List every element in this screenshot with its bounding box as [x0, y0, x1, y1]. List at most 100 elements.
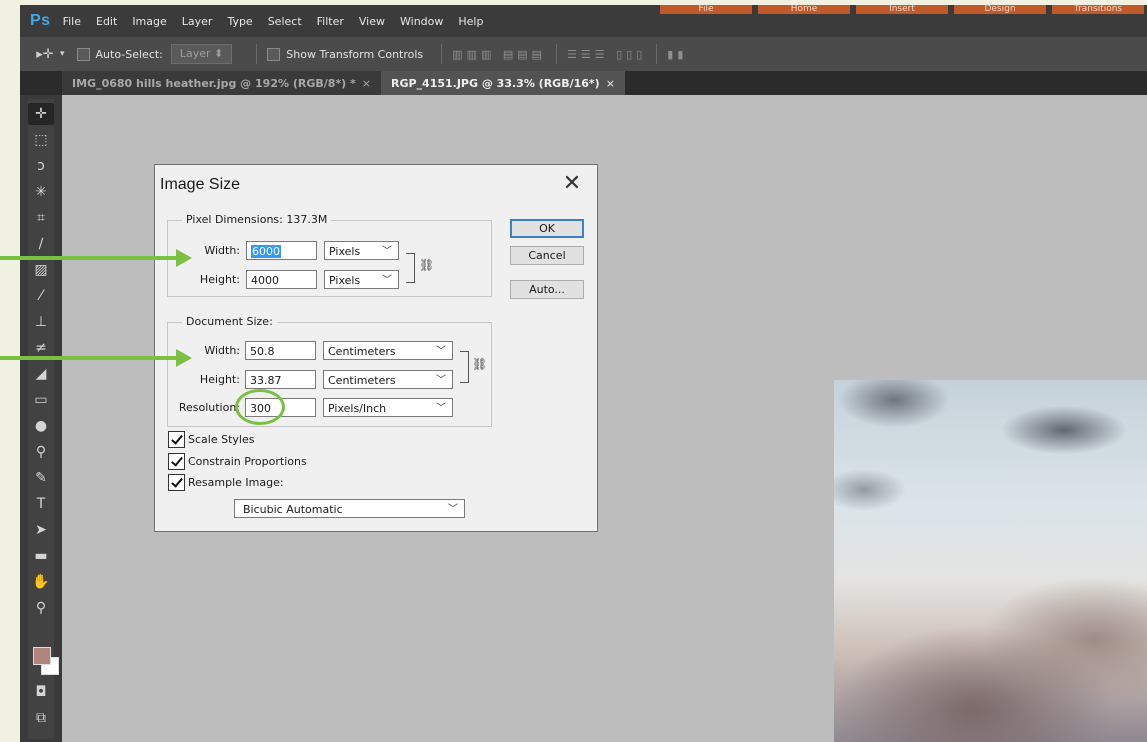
path-selection-tool-icon[interactable]: ➤ — [28, 519, 54, 541]
auto-select-dropdown[interactable]: Layer ⬍ — [170, 44, 233, 64]
ok-button[interactable]: OK — [510, 219, 584, 238]
menu-image[interactable]: Image — [132, 15, 166, 28]
marquee-tool-icon[interactable]: ⬚ — [28, 129, 54, 151]
chain-link-icon: ⛓ — [419, 258, 435, 272]
pixel-width-label: Width: — [204, 244, 240, 257]
divider — [441, 44, 443, 64]
ribbon-tab: Home — [758, 5, 850, 14]
rectangle-tool-icon[interactable]: ▬ — [28, 545, 54, 567]
resample-method-value: Bicubic Automatic — [243, 503, 343, 516]
tab-img-0680[interactable]: IMG_0680 hills heather.jpg @ 192% (RGB/8… — [62, 71, 381, 95]
annotation-arrow-shaft — [0, 256, 176, 260]
foreground-color-swatch[interactable] — [33, 647, 51, 665]
resample-image-option[interactable]: Resample Image: — [168, 474, 284, 491]
show-transform-checkbox[interactable] — [267, 47, 281, 61]
dodge-tool-icon[interactable]: ⚲ — [28, 441, 54, 463]
scale-styles-label: Scale Styles — [188, 433, 255, 446]
doc-height-unit-dropdown[interactable]: Centimeters ﹀ — [323, 370, 453, 389]
doc-width-unit-dropdown[interactable]: Centimeters ﹀ — [323, 341, 453, 360]
magic-wand-tool-icon[interactable]: ✳ — [28, 181, 54, 203]
constrain-proportions-label: Constrain Proportions — [188, 455, 307, 468]
menu-help[interactable]: Help — [458, 15, 483, 28]
auto-button[interactable]: Auto... — [510, 280, 584, 299]
menu-window[interactable]: Window — [400, 15, 443, 28]
constrain-bracket — [460, 351, 469, 383]
eyedropper-tool-icon[interactable]: ∕ — [28, 233, 54, 255]
image-size-dialog: Image Size ✕ Pixel Dimensions: 137.3M Wi… — [154, 164, 598, 532]
chevron-down-icon: ﹀ — [382, 246, 392, 257]
pixel-width-unit: Pixels — [329, 245, 361, 258]
chevron-down-icon[interactable]: ▾ — [60, 49, 65, 59]
menu-type[interactable]: Type — [227, 15, 252, 28]
resample-image-label: Resample Image: — [188, 476, 284, 489]
chevron-down-icon: ﹀ — [436, 346, 446, 357]
pixel-dimensions-legend: Pixel Dimensions: 137.3M — [182, 213, 332, 226]
chevron-down-icon: ﹀ — [436, 375, 446, 386]
pixel-height-unit-dropdown[interactable]: Pixels ﹀ — [324, 270, 399, 289]
gradient-tool-icon[interactable]: ▭ — [28, 389, 54, 411]
move-tool-preset-icon[interactable]: ▸✛ — [30, 47, 60, 62]
distribute-icons[interactable]: ☰☰☰ ▯▯▯ — [567, 48, 646, 61]
lasso-tool-icon[interactable]: ↄ — [28, 155, 54, 177]
move-tool-icon[interactable]: ✛ — [28, 103, 54, 125]
tools-list: ✛ ⬚ ↄ ✳ ⌗ ∕ ▨ ⁄ ⊥ ≠ ◢ ▭ ● ⚲ ✎ T ➤ ▬ ✋ ⚲ … — [28, 99, 59, 739]
annotation-arrow-head — [176, 249, 192, 267]
ribbon-tab: File — [660, 5, 752, 14]
auto-align-icon[interactable]: ▮▮ — [667, 48, 687, 61]
doc-height-label: Height: — [199, 373, 240, 386]
menu-select[interactable]: Select — [268, 15, 302, 28]
options-bar: ▸✛ ▾ Auto-Select: Layer ⬍ Show Transform… — [20, 37, 1147, 71]
doc-width-label: Width: — [204, 344, 240, 357]
menu-edit[interactable]: Edit — [96, 15, 117, 28]
menu-filter[interactable]: Filter — [317, 15, 344, 28]
quick-mask-icon[interactable]: ◘ — [28, 681, 54, 703]
doc-width-input[interactable]: 50.8 — [245, 341, 316, 360]
menu-layer[interactable]: Layer — [182, 15, 213, 28]
scale-styles-option[interactable]: Scale Styles — [168, 431, 254, 448]
menu-view[interactable]: View — [359, 15, 385, 28]
brush-tool-icon[interactable]: ⁄ — [28, 285, 54, 307]
screen-mode-icon[interactable]: ⧉ — [28, 707, 54, 729]
eraser-tool-icon[interactable]: ◢ — [28, 363, 54, 385]
resample-image-checkbox[interactable] — [168, 474, 185, 491]
resolution-label: Resolution: — [178, 401, 240, 414]
pixel-height-input[interactable]: 4000 — [246, 270, 317, 289]
pixel-height-label: Height: — [199, 273, 240, 286]
constrain-proportions-checkbox[interactable] — [168, 453, 185, 470]
chain-link-icon: ⛓ — [472, 357, 488, 371]
resolution-unit-dropdown[interactable]: Pixels/Inch ﹀ — [323, 398, 453, 417]
pixel-width-input[interactable]: 6000 — [246, 241, 317, 260]
auto-select-checkbox[interactable] — [76, 47, 90, 61]
tab-rgp-4151[interactable]: RGP_4151.JPG @ 33.3% (RGB/16*) × — [380, 71, 625, 95]
tools-panel-handle[interactable] — [20, 71, 62, 95]
resolution-unit: Pixels/Inch — [328, 402, 387, 415]
blur-tool-icon[interactable]: ● — [28, 415, 54, 437]
document-image-sky — [834, 380, 1147, 742]
zoom-tool-icon[interactable]: ⚲ — [28, 597, 54, 619]
close-icon[interactable]: × — [606, 77, 615, 90]
scale-styles-checkbox[interactable] — [168, 431, 185, 448]
constrain-proportions-option[interactable]: Constrain Proportions — [168, 453, 307, 470]
pen-tool-icon[interactable]: ✎ — [28, 467, 54, 489]
resample-method-dropdown[interactable]: Bicubic Automatic ﹀ — [234, 499, 465, 518]
document-tabs: IMG_0680 hills heather.jpg @ 192% (RGB/8… — [62, 71, 1147, 95]
cancel-button[interactable]: Cancel — [510, 246, 584, 265]
crop-tool-icon[interactable]: ⌗ — [28, 207, 54, 229]
doc-height-input[interactable]: 33.87 — [245, 370, 316, 389]
ribbon-tab: Transitions — [1052, 5, 1144, 14]
background-app-ribbon-tabs: File Home Insert Design Transitions — [657, 5, 1147, 14]
chevron-down-icon: ﹀ — [382, 275, 392, 286]
hand-tool-icon[interactable]: ✋ — [28, 571, 54, 593]
menu-file[interactable]: File — [63, 15, 81, 28]
close-icon[interactable]: × — [362, 77, 371, 90]
close-icon[interactable]: ✕ — [560, 171, 584, 195]
divider — [556, 44, 558, 64]
auto-select-label: Auto-Select: — [95, 47, 163, 61]
pixel-width-unit-dropdown[interactable]: Pixels ﹀ — [324, 241, 399, 260]
document-size-legend: Document Size: — [182, 315, 277, 328]
healing-brush-tool-icon[interactable]: ▨ — [28, 259, 54, 281]
clone-stamp-tool-icon[interactable]: ⊥ — [28, 311, 54, 333]
type-tool-icon[interactable]: T — [28, 493, 54, 515]
menu-bar: Ps File Edit Image Layer Type Select Fil… — [20, 5, 1147, 37]
align-icons[interactable]: ▥▥▥ ▤▤▤ — [452, 48, 546, 61]
